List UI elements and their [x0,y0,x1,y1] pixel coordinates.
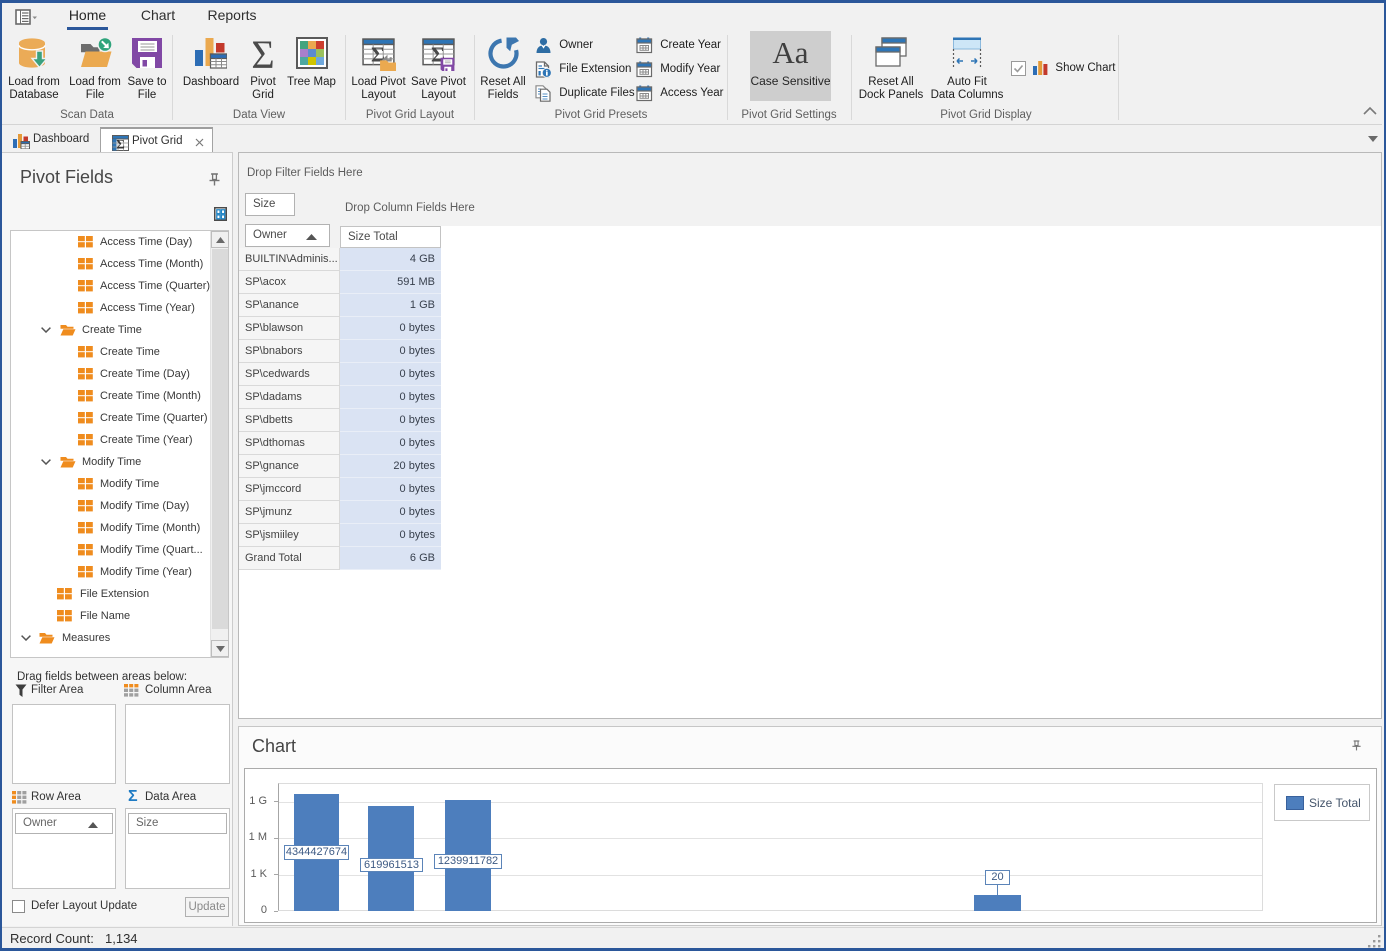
svg-text:Σ: Σ [116,137,125,152]
